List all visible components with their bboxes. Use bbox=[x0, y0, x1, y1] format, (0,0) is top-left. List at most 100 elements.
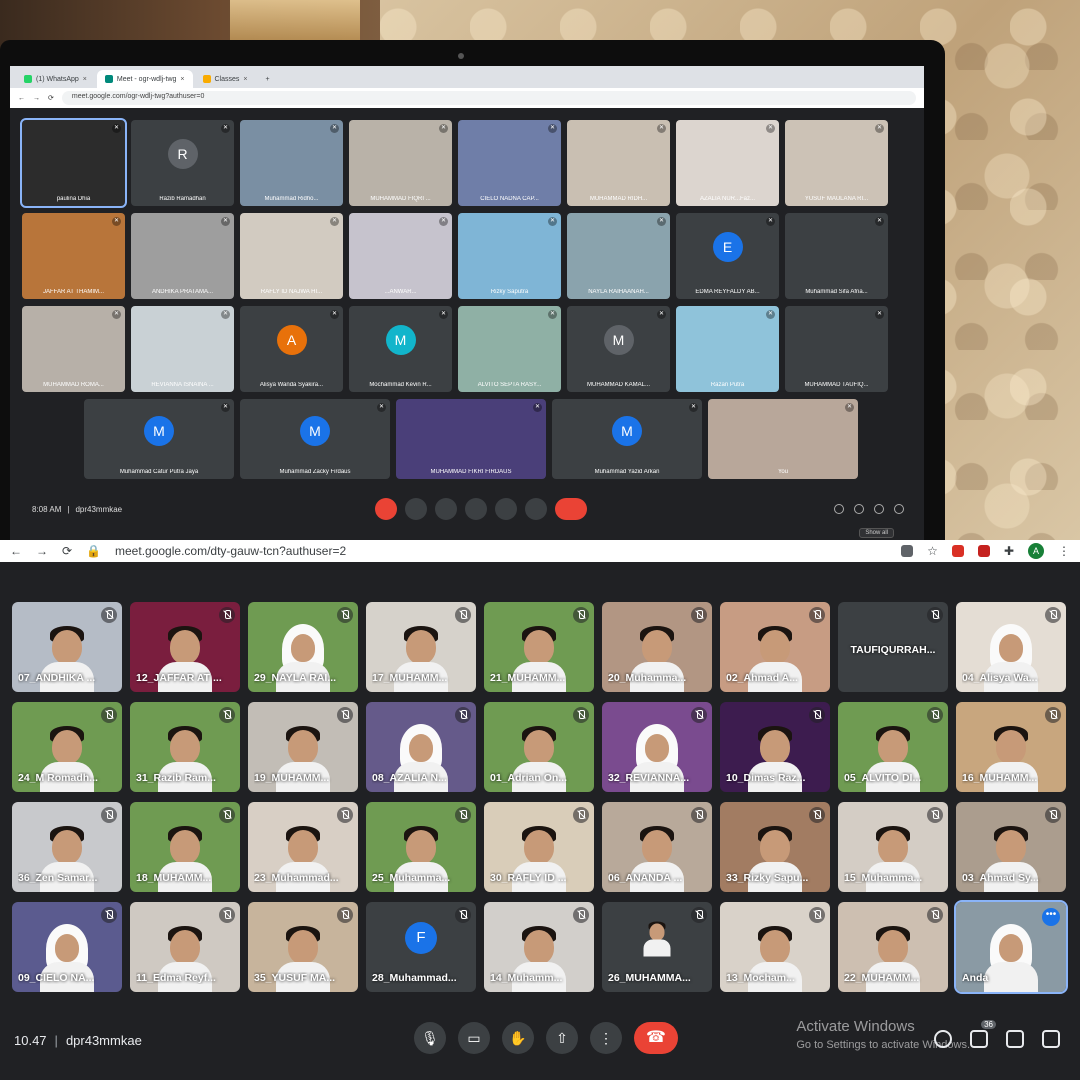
back-icon[interactable]: ← bbox=[10, 544, 22, 558]
participant-tile[interactable]: ✕ Razan Putra bbox=[676, 306, 779, 392]
camera-button[interactable]: ▭ bbox=[458, 1022, 490, 1054]
participant-tile[interactable]: 16_MUHAMM... bbox=[956, 702, 1066, 792]
back-icon[interactable]: ← bbox=[18, 95, 25, 102]
leave-call-button[interactable] bbox=[555, 498, 587, 520]
participant-tile[interactable]: 10_Dimas Raz... bbox=[720, 702, 830, 792]
participant-tile[interactable]: R ✕ Razib Ramadhan bbox=[131, 120, 234, 206]
participant-tile[interactable]: M ✕ Muhammad Yazid Arkan bbox=[552, 399, 702, 479]
participant-tile[interactable]: 24_M Romadh... bbox=[12, 702, 122, 792]
participant-tile[interactable]: ✕ Muhammad Sifa Afria... bbox=[785, 213, 888, 299]
participant-tile[interactable]: ✕ MUHAMMAD TAUFIQ... bbox=[785, 306, 888, 392]
forward-icon[interactable]: → bbox=[36, 544, 48, 558]
captions-button[interactable] bbox=[435, 498, 457, 520]
participant-tile[interactable]: E ✕ EDMA REYFALDY AB... bbox=[676, 213, 779, 299]
participant-tile[interactable]: M ✕ Muhammad Zacky Firdaus bbox=[240, 399, 390, 479]
participant-tile[interactable]: ✕ MUHAMMAD FIQRI ... bbox=[349, 120, 452, 206]
participant-tile[interactable]: ✕ You bbox=[708, 399, 858, 479]
browser-tab[interactable]: Meet - ogr-wdlj-twg × bbox=[96, 70, 193, 88]
more-options-button[interactable]: ⋮ bbox=[590, 1022, 622, 1054]
participant-tile[interactable]: ✕ REVIANNA ISNAINA ... bbox=[131, 306, 234, 392]
participant-tile[interactable]: ✕ AZALIA NUR...Faz... bbox=[676, 120, 779, 206]
participant-tile[interactable]: F 28_Muhammad... bbox=[366, 902, 476, 992]
participant-tile[interactable]: ✕ RAFLY ID NAJWA HI... bbox=[240, 213, 343, 299]
participant-tile[interactable]: 09_CIELO NA... bbox=[12, 902, 122, 992]
participant-tile[interactable]: 23_Muhammad... bbox=[248, 802, 358, 892]
participant-tile[interactable]: ✕ NAYLA RAIHAANAH... bbox=[567, 213, 670, 299]
participant-tile[interactable]: 36_Zen Samar... bbox=[12, 802, 122, 892]
new-tab-button[interactable]: + bbox=[258, 70, 278, 88]
participant-tile[interactable]: 25_Muhamma... bbox=[366, 802, 476, 892]
participant-tile[interactable]: ✕ ...ANWAR... bbox=[349, 213, 452, 299]
tile-options-icon[interactable]: ••• bbox=[1042, 908, 1060, 926]
participant-tile[interactable]: ✕ MUHAMMAD RIDH... bbox=[567, 120, 670, 206]
participant-tile[interactable]: 17_MUHAMM... bbox=[366, 602, 476, 692]
extension-icon[interactable] bbox=[977, 545, 990, 557]
reload-icon[interactable]: ⟳ bbox=[48, 94, 54, 102]
raise-hand-button[interactable]: ✋ bbox=[502, 1022, 534, 1054]
browser-tab[interactable]: (1) WhatsApp × bbox=[16, 70, 95, 88]
reload-icon[interactable]: ⟳ bbox=[62, 544, 72, 558]
present-button[interactable] bbox=[495, 498, 517, 520]
participant-tile[interactable]: ✕ Rizky Saputra bbox=[458, 213, 561, 299]
chat-icon[interactable] bbox=[1006, 1030, 1024, 1048]
participant-tile[interactable]: 32_REVIANNA... bbox=[602, 702, 712, 792]
close-tab-icon[interactable]: × bbox=[83, 76, 87, 83]
participant-tile[interactable]: M ✕ Mochammad Kevin R... bbox=[349, 306, 452, 392]
puzzle-icon[interactable]: ✚ bbox=[1004, 544, 1014, 558]
browser-tab[interactable]: Classes × bbox=[195, 70, 256, 88]
raise-hand-button[interactable] bbox=[465, 498, 487, 520]
participant-tile[interactable]: 08_AZALIA N... bbox=[366, 702, 476, 792]
pdf-extension-icon[interactable] bbox=[951, 545, 964, 557]
participant-tile[interactable]: M ✕ MUHAMMAD KAMAL... bbox=[567, 306, 670, 392]
chat-icon[interactable] bbox=[874, 504, 884, 514]
camera-in-use-icon[interactable] bbox=[901, 545, 914, 557]
profile-avatar[interactable]: A bbox=[1028, 543, 1044, 559]
more-options-button[interactable] bbox=[525, 498, 547, 520]
info-icon[interactable] bbox=[834, 504, 844, 514]
participant-tile[interactable]: 29_NAYLA RAI... bbox=[248, 602, 358, 692]
participant-tile[interactable]: 15_Muhamma... bbox=[838, 802, 948, 892]
participant-tile[interactable]: 33_Rizky Sapu... bbox=[720, 802, 830, 892]
participant-tile[interactable]: 19_MUHAMM... bbox=[248, 702, 358, 792]
people-icon[interactable]: 36 bbox=[970, 1020, 996, 1048]
participant-tile[interactable]: 31_Razib Ram... bbox=[130, 702, 240, 792]
close-tab-icon[interactable]: × bbox=[243, 76, 247, 83]
participant-tile[interactable]: ✕ Muhammad Ridho... bbox=[240, 120, 343, 206]
participant-tile[interactable]: 35_YUSUF MA... bbox=[248, 902, 358, 992]
participant-tile[interactable]: 01_Adrian On... bbox=[484, 702, 594, 792]
url-field[interactable]: meet.google.com/dty-gauw-tcn?authuser=2 bbox=[115, 544, 887, 558]
participant-tile[interactable]: 04_Alisya Wa... bbox=[956, 602, 1066, 692]
participant-tile[interactable]: ✕ MUHAMMAD ROMA... bbox=[22, 306, 125, 392]
menu-dots-icon[interactable]: ⋮ bbox=[1058, 544, 1070, 558]
participant-tile[interactable]: ✕ YUSUF MAULANA RI... bbox=[785, 120, 888, 206]
participant-tile[interactable]: M ✕ Muhammad Catur Putra Jaya bbox=[84, 399, 234, 479]
leave-call-button[interactable]: ☎ bbox=[634, 1022, 678, 1054]
participant-tile[interactable]: 14_Muhamm... bbox=[484, 902, 594, 992]
participant-tile[interactable]: ✕ ALVITO SEPTA RASY... bbox=[458, 306, 561, 392]
participant-tile[interactable]: 02_Ahmad A... bbox=[720, 602, 830, 692]
activities-icon[interactable] bbox=[1042, 1030, 1060, 1048]
people-icon[interactable] bbox=[854, 504, 864, 514]
participant-tile[interactable]: ✕ MUHAMMAD FIKRI FIRDAUS bbox=[396, 399, 546, 479]
mic-off-button[interactable] bbox=[375, 498, 397, 520]
participant-tile[interactable]: 22_MUHAMM... bbox=[838, 902, 948, 992]
camera-button[interactable] bbox=[405, 498, 427, 520]
forward-icon[interactable]: → bbox=[33, 95, 40, 102]
participant-tile[interactable]: 26_MUHAMMA... bbox=[602, 902, 712, 992]
participant-tile[interactable]: ✕ paulina Dhia bbox=[20, 118, 127, 208]
participant-tile[interactable]: 11_Edma Reyf... bbox=[130, 902, 240, 992]
present-button[interactable]: ⇧ bbox=[546, 1022, 578, 1054]
participant-tile[interactable]: A ✕ Alisya Wanda Syakira... bbox=[240, 306, 343, 392]
participant-tile[interactable]: 21_MUHAMM... bbox=[484, 602, 594, 692]
activities-icon[interactable] bbox=[894, 504, 904, 514]
participant-tile[interactable]: 07_ANDHIKA ... bbox=[12, 602, 122, 692]
participant-tile[interactable]: 30_RAFLY ID ... bbox=[484, 802, 594, 892]
info-icon[interactable] bbox=[934, 1030, 952, 1048]
participant-tile[interactable]: 18_MUHAMM... bbox=[130, 802, 240, 892]
participant-tile[interactable]: 20_Muhamma... bbox=[602, 602, 712, 692]
participant-tile[interactable]: 12_JAFFAR AT ... bbox=[130, 602, 240, 692]
participant-tile[interactable]: ✕ JAFFAR AT THAMIM... bbox=[22, 213, 125, 299]
participant-tile[interactable]: 13_Mocham... bbox=[720, 902, 830, 992]
participant-tile[interactable]: 05_ALVITO DI... bbox=[838, 702, 948, 792]
close-tab-icon[interactable]: × bbox=[180, 76, 184, 83]
